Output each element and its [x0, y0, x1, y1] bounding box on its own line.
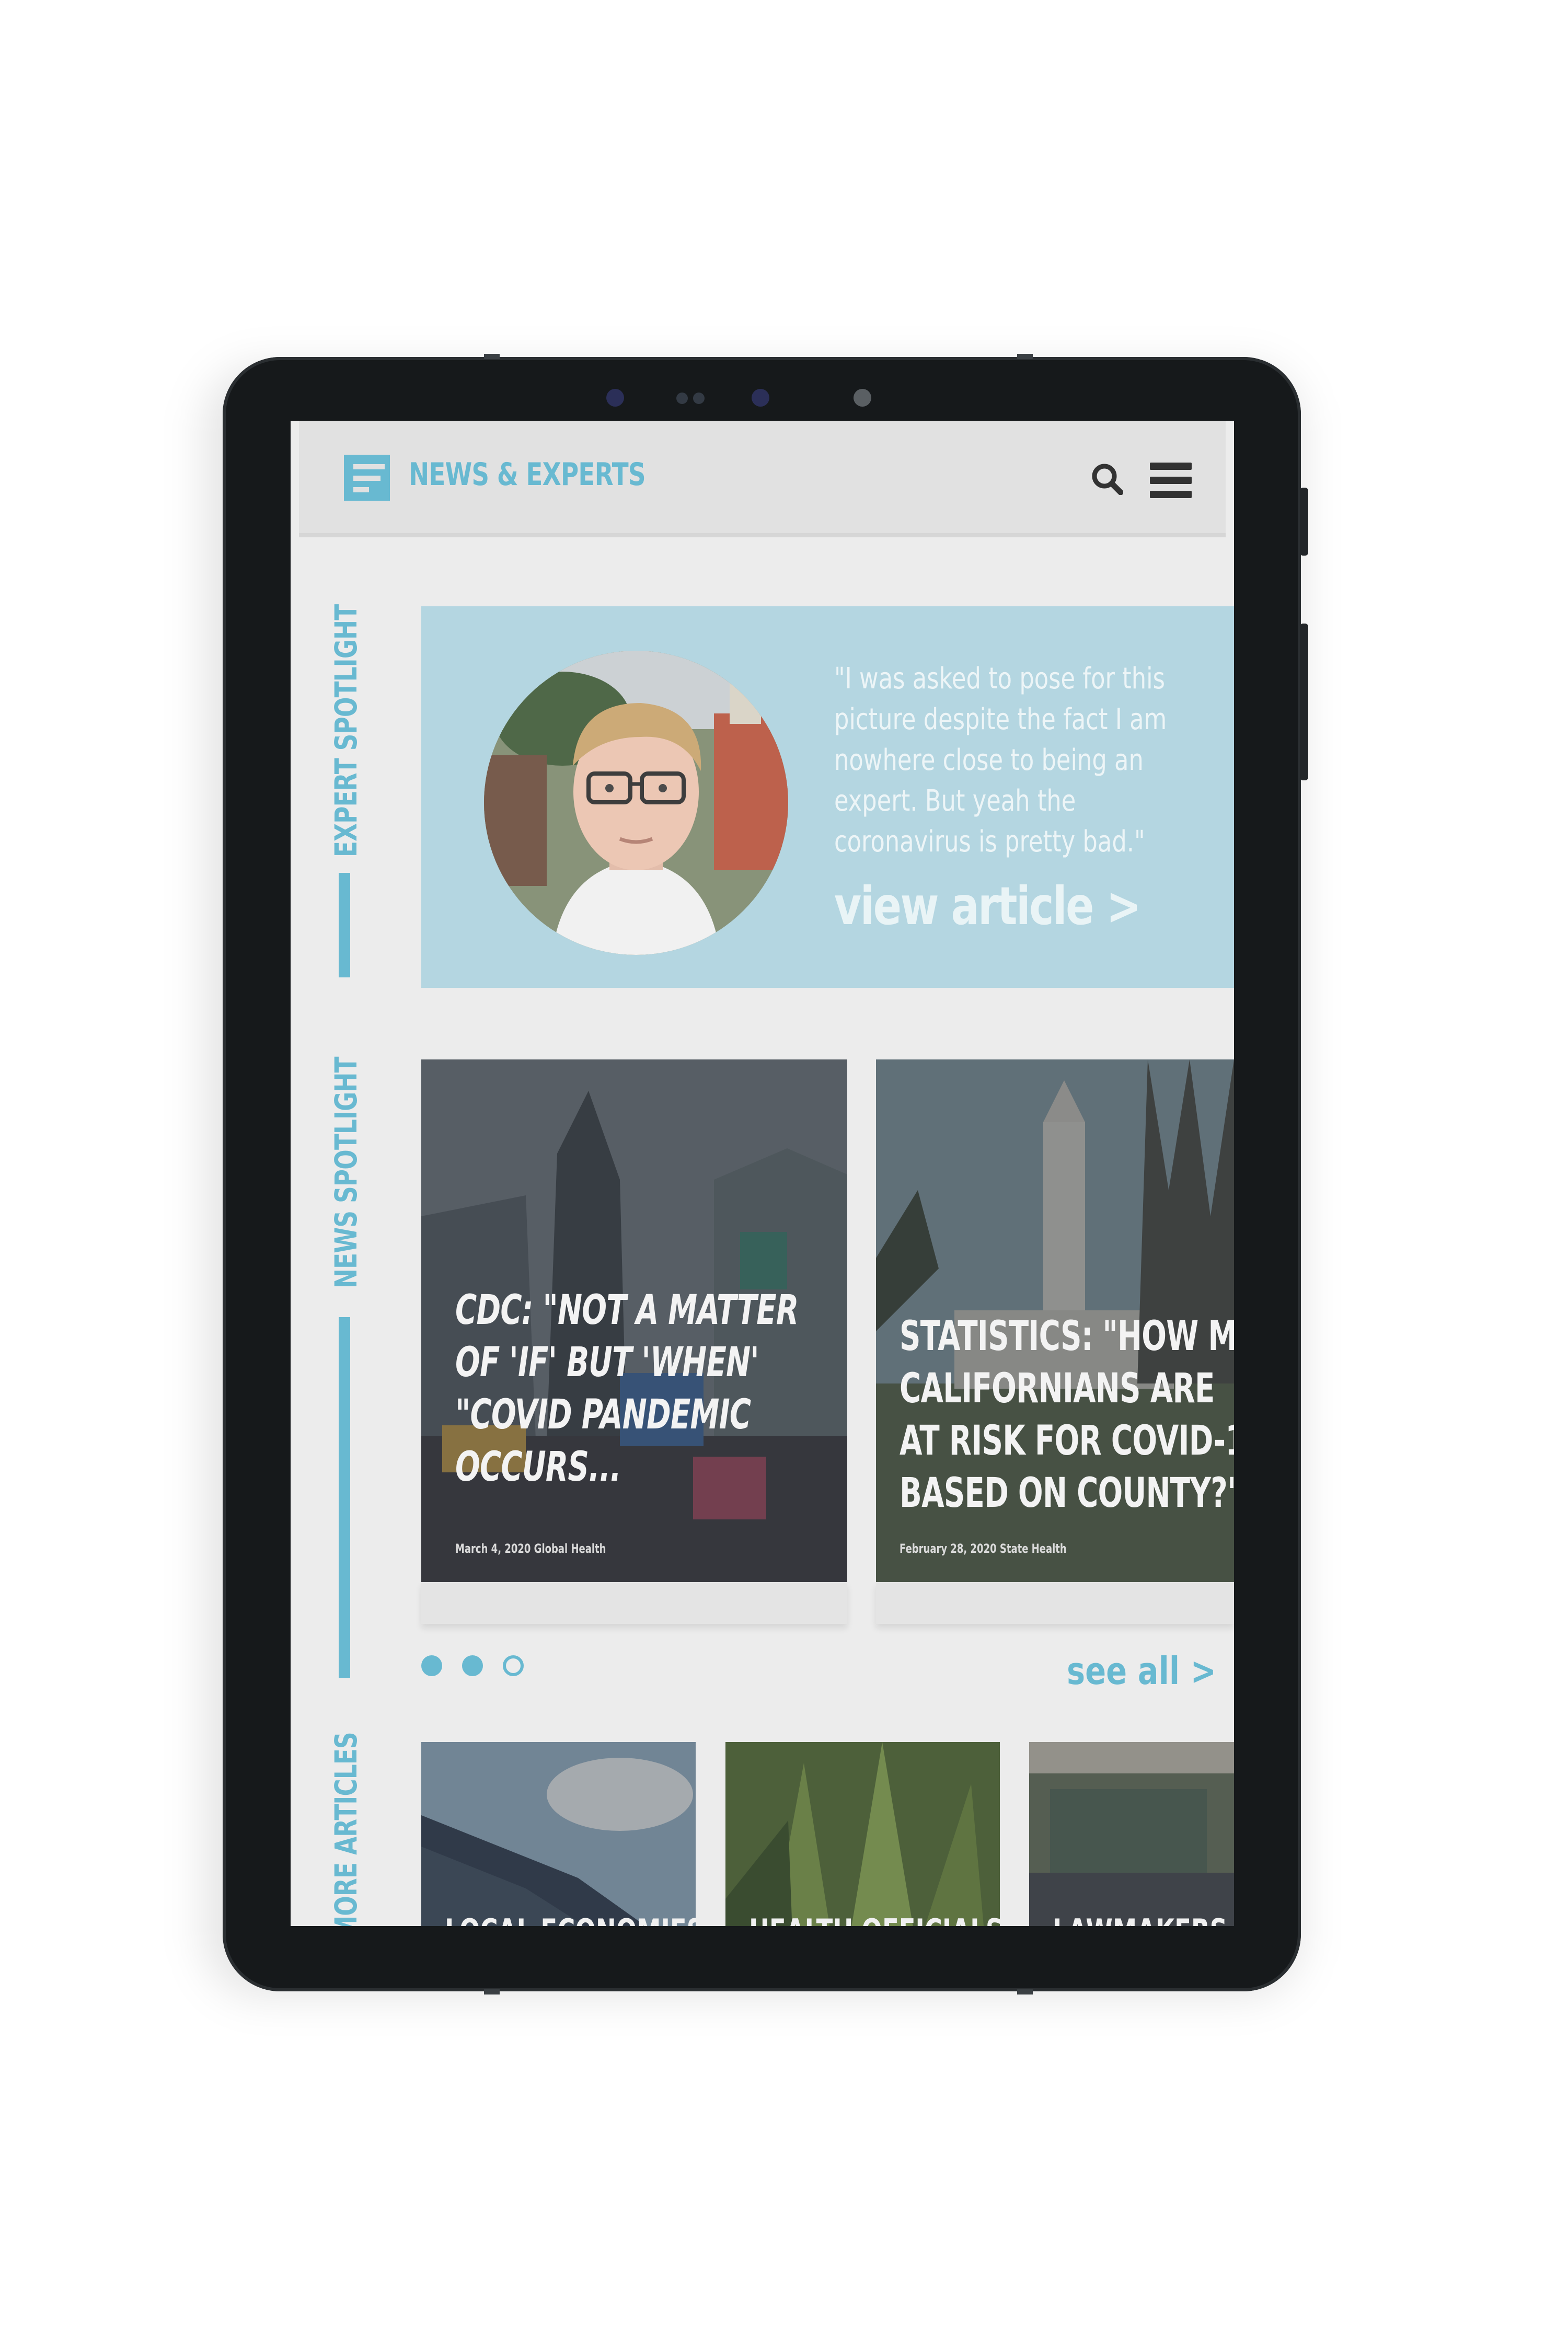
- news-title-line: STATISTICS: "HOW MANY: [900, 1313, 1234, 1360]
- article-image: [1029, 1742, 1234, 1926]
- app-header: NEWS & EXPERTS: [299, 421, 1226, 537]
- article-title: LOCAL ECONOMIES: [445, 1912, 696, 1926]
- carousel-dot[interactable]: [421, 1655, 442, 1676]
- section-label-expert: EXPERT SPOTLIGHT: [328, 604, 364, 857]
- expert-quote: "I was asked to pose for this picture de…: [834, 662, 1167, 859]
- news-card[interactable]: CDC: "NOT A MATTER OF 'IF' BUT 'WHEN' "C…: [421, 1059, 847, 1582]
- news-title-line: CDC: "NOT A MATTER: [455, 1287, 799, 1334]
- news-card-footer: [421, 1582, 847, 1624]
- front-camera-icon: [606, 389, 624, 407]
- article-title: LAWMAKERS M: [1053, 1912, 1234, 1926]
- search-icon[interactable]: [1091, 463, 1124, 495]
- article-card[interactable]: LOCAL ECONOMIES: [421, 1742, 696, 1926]
- frame-notch: [484, 1989, 500, 1994]
- menu-icon[interactable]: [1150, 463, 1192, 499]
- article-card[interactable]: HEALTH OFFICIALS: [725, 1742, 1000, 1926]
- section-label-more: MORE ARTICLES: [328, 1732, 364, 1926]
- expert-avatar: [484, 651, 788, 955]
- face-sensor-icon: [752, 389, 769, 407]
- frame-notch: [1017, 354, 1033, 359]
- article-image: [421, 1742, 696, 1926]
- frame-notch: [1017, 1989, 1033, 1994]
- sensor-icon: [693, 393, 705, 404]
- news-title-line: CALIFORNIANS ARE: [900, 1365, 1215, 1412]
- view-article-link[interactable]: view article >: [834, 875, 1141, 937]
- news-title-line: "COVID PANDEMIC: [455, 1391, 751, 1438]
- power-button: [1300, 488, 1308, 556]
- expert-spotlight-card[interactable]: "I was asked to pose for this picture de…: [421, 606, 1234, 988]
- sensor-icon: [676, 393, 688, 404]
- light-sensor-icon: [854, 389, 871, 407]
- news-card[interactable]: STATISTICS: "HOW MANY CALIFORNIANS ARE A…: [876, 1059, 1234, 1582]
- news-title-line: OF 'IF' BUT 'WHEN': [455, 1339, 759, 1386]
- section-bar-expert: [339, 873, 350, 977]
- app-screen: NEWS & EXPERTS EXPERT SPOTLIGHT NEWS SPO…: [291, 421, 1234, 1926]
- news-card-footer: [876, 1582, 1234, 1624]
- carousel-dot[interactable]: [462, 1655, 483, 1676]
- frame-notch: [484, 354, 500, 359]
- news-meta: February 28, 2020 State Health: [900, 1541, 1067, 1556]
- article-title: HEALTH OFFICIALS: [749, 1912, 1000, 1926]
- news-title-line: BASED ON COUNTY?": [900, 1470, 1234, 1517]
- carousel-dot[interactable]: [503, 1655, 524, 1676]
- news-title-line: OCCURS...: [455, 1444, 621, 1491]
- logo-icon[interactable]: [344, 455, 390, 501]
- article-card[interactable]: LAWMAKERS M: [1029, 1742, 1234, 1926]
- see-all-link[interactable]: see all >: [1067, 1649, 1216, 1693]
- brand-title[interactable]: NEWS & EXPERTS: [409, 456, 646, 493]
- section-label-news: NEWS SPOTLIGHT: [328, 1057, 364, 1288]
- news-meta: March 4, 2020 Global Health: [455, 1541, 606, 1556]
- article-image: [725, 1742, 1000, 1926]
- section-bar-news: [339, 1317, 350, 1678]
- volume-button: [1300, 624, 1308, 780]
- news-title-line: AT RISK FOR COVID-19: [900, 1417, 1234, 1465]
